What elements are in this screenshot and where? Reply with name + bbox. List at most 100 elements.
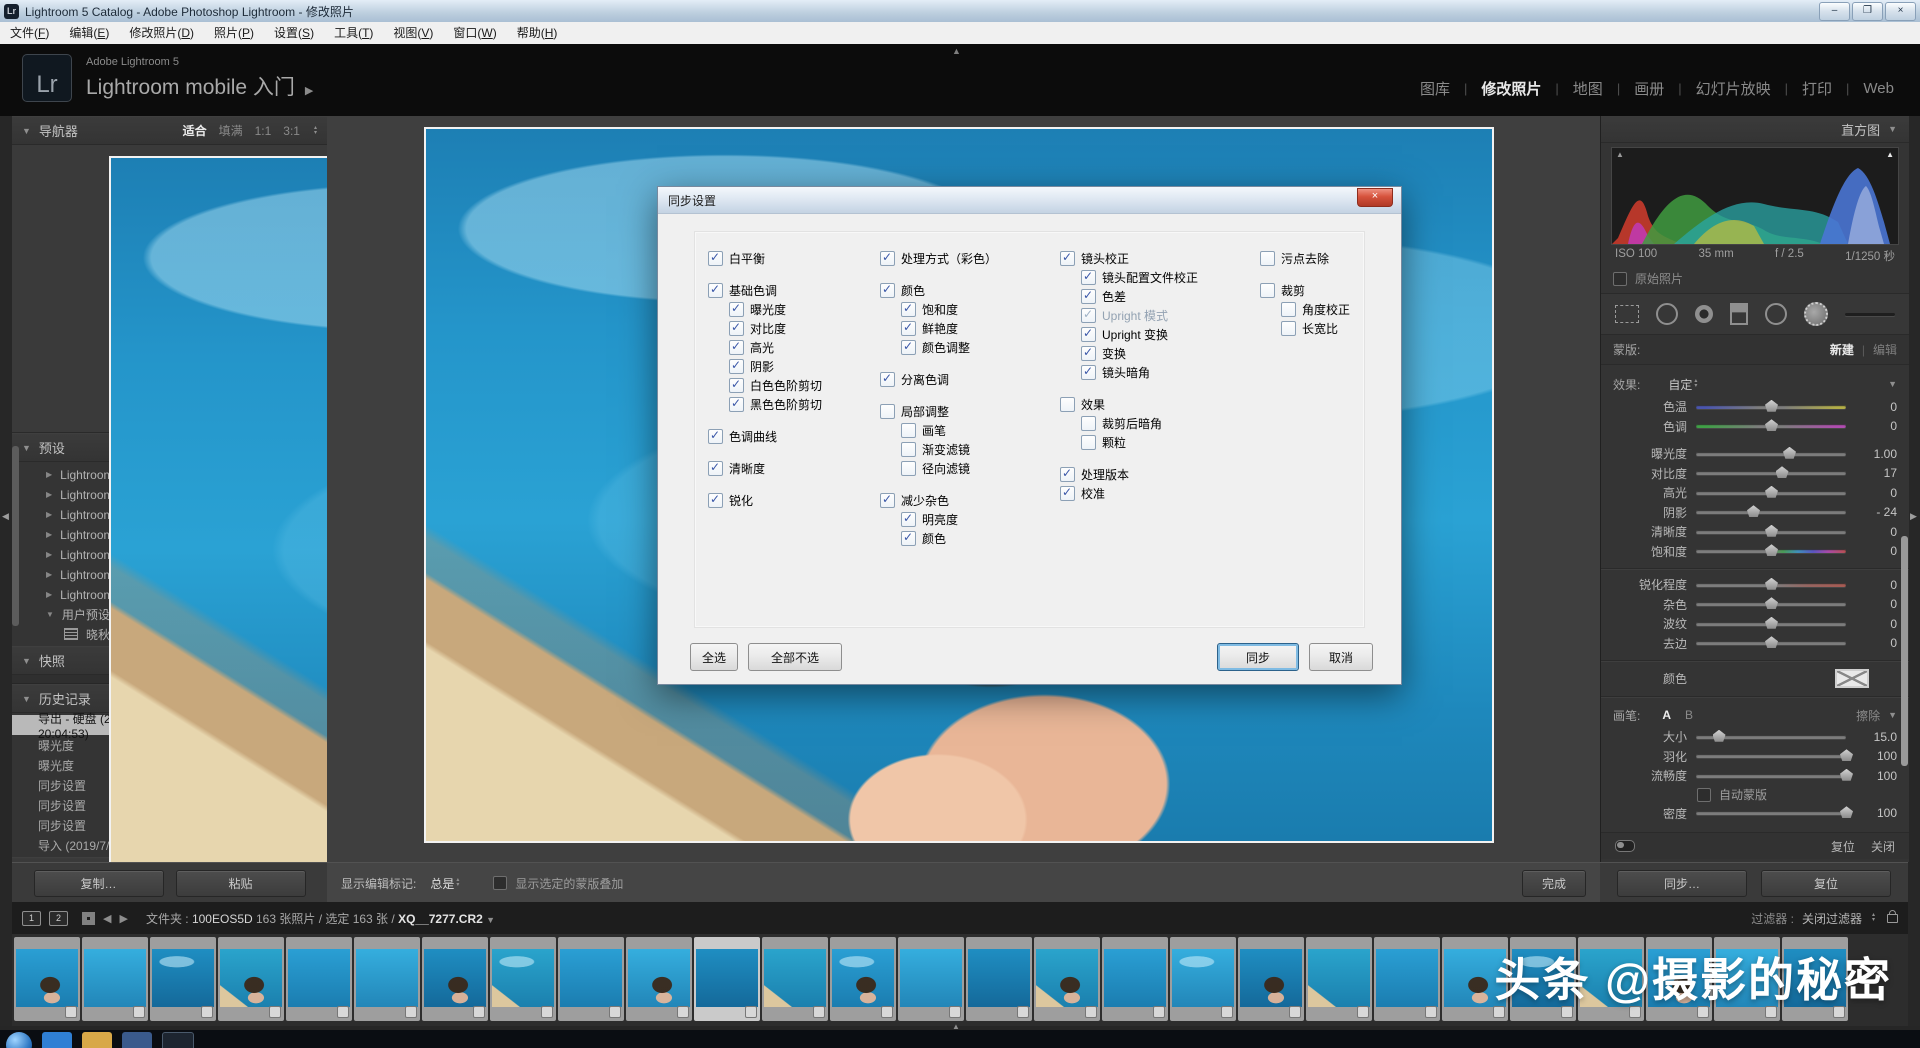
slider-thumb[interactable] (1840, 806, 1853, 818)
checkbox-画笔[interactable] (901, 423, 916, 438)
radial-filter-icon[interactable] (1765, 303, 1787, 325)
windows-taskbar[interactable] (0, 1030, 1920, 1048)
thumbnail-badge[interactable] (65, 1006, 77, 1018)
restore-button[interactable]: ❐ (1852, 2, 1883, 21)
taskbar-app-icon[interactable] (122, 1032, 152, 1048)
thumbnail-badge[interactable] (405, 1006, 417, 1018)
check-none-button[interactable]: 全部不选 (748, 643, 842, 671)
checkbox-白平衡[interactable] (708, 251, 723, 266)
dialog-close-button[interactable]: × (1357, 188, 1393, 207)
identity-arrow-icon[interactable]: ▶ (305, 85, 313, 97)
thumbnail-badge[interactable] (541, 1006, 553, 1018)
checkbox-饱和度[interactable] (901, 302, 916, 317)
brush-reset-button[interactable]: 复位 (1831, 838, 1855, 855)
nav-zoom-1:1[interactable]: 1:1 (255, 124, 272, 138)
top-panel-toggle-icon[interactable]: ▲ (952, 46, 961, 56)
navigator-thumbnail[interactable] (109, 156, 328, 862)
minimize-button[interactable]: – (1819, 2, 1850, 21)
tab-幻灯片放映[interactable]: 幻灯片放映 (1696, 78, 1771, 99)
checkbox-角度校正[interactable] (1281, 302, 1296, 317)
chevron-right-icon[interactable]: ▶ (46, 490, 52, 499)
filmstrip-thumbnail[interactable] (830, 937, 896, 1021)
filmstrip-toggle-icon[interactable]: ▲ (952, 1022, 960, 1031)
filmstrip-thumbnail[interactable] (1306, 937, 1372, 1021)
grid-view-icon[interactable] (82, 912, 95, 925)
filmstrip-thumbnail[interactable] (762, 937, 828, 1021)
chevron-right-icon[interactable]: ▶ (46, 590, 52, 599)
thumbnail-badge[interactable] (337, 1006, 349, 1018)
start-button[interactable] (6, 1032, 32, 1048)
spot-removal-icon[interactable] (1656, 303, 1678, 325)
slider-thumb[interactable] (1747, 505, 1760, 517)
filmstrip-thumbnail[interactable] (354, 937, 420, 1021)
brush-close-button[interactable]: 关闭 (1871, 838, 1895, 855)
brush-b-button[interactable]: B (1685, 708, 1693, 722)
slider-thumb[interactable] (1765, 617, 1778, 629)
slider-thumb[interactable] (1765, 544, 1778, 556)
tab-图库[interactable]: 图库 (1420, 78, 1450, 99)
checkbox-变换[interactable] (1081, 346, 1096, 361)
filmstrip-thumbnail[interactable] (422, 937, 488, 1021)
thumbnail-badge[interactable] (745, 1006, 757, 1018)
checkbox-渐变滤镜[interactable] (901, 442, 916, 457)
slider-thumb[interactable] (1765, 400, 1778, 412)
filter-value-dropdown[interactable]: 关闭过滤器 (1802, 910, 1862, 927)
menu-D[interactable]: 修改照片(D) (119, 22, 204, 44)
checkbox-高光[interactable] (729, 340, 744, 355)
thumbnail-badge[interactable] (881, 1006, 893, 1018)
effect-value-dropdown[interactable]: 自定 (1668, 376, 1692, 393)
identity-plate[interactable]: Lightroom mobile 入门 (86, 76, 295, 99)
filmstrip-thumbnail[interactable] (490, 937, 556, 1021)
filmstrip-thumbnail[interactable] (150, 937, 216, 1021)
nav-zoom-3:1[interactable]: 3:1 (283, 124, 300, 138)
checkbox-色差[interactable] (1081, 289, 1096, 304)
copy-button[interactable]: 复制… (34, 870, 164, 897)
menu-E[interactable]: 编辑(E) (59, 22, 119, 44)
left-scrollbar[interactable] (12, 446, 19, 626)
menu-T[interactable]: 工具(T) (324, 22, 383, 44)
thumbnail-badge[interactable] (949, 1006, 961, 1018)
panel-collapse-icon[interactable]: ▼ (1888, 379, 1897, 389)
filmstrip-thumbnail[interactable] (286, 937, 352, 1021)
slider-thumb[interactable] (1783, 447, 1796, 459)
thumbnail-badge[interactable] (1153, 1006, 1165, 1018)
checkbox-减少杂色[interactable] (880, 493, 895, 508)
dialog-titlebar[interactable]: 同步设置 (658, 187, 1401, 214)
close-button[interactable]: × (1885, 2, 1916, 21)
chevron-down-icon[interactable]: ▼ (486, 915, 495, 925)
sync-button[interactable]: 同步 (1217, 643, 1299, 671)
checkbox-明亮度[interactable] (901, 512, 916, 527)
checkbox-白色色阶剪切[interactable] (729, 378, 744, 393)
paste-button[interactable]: 粘贴 (176, 870, 306, 897)
thumbnail-badge[interactable] (1425, 1006, 1437, 1018)
auto-mask-checkbox[interactable] (1697, 788, 1711, 802)
checkbox-镜头暗角[interactable] (1081, 365, 1096, 380)
checkbox-颗粒[interactable] (1081, 435, 1096, 450)
overlay-checkbox[interactable] (493, 876, 507, 890)
menu-S[interactable]: 设置(S) (264, 22, 324, 44)
checkbox-阴影[interactable] (729, 359, 744, 374)
checkbox-污点去除[interactable] (1260, 251, 1275, 266)
sync-ellipsis-button[interactable]: 同步… (1617, 870, 1747, 897)
checkbox-对比度[interactable] (729, 321, 744, 336)
brush-a-button[interactable]: A (1662, 708, 1671, 722)
navigator-preview[interactable] (12, 145, 327, 433)
menu-V[interactable]: 视图(V) (383, 22, 443, 44)
thumbnail-badge[interactable] (201, 1006, 213, 1018)
slider-thumb[interactable] (1765, 486, 1778, 498)
checkbox-色调曲线[interactable] (708, 429, 723, 444)
filmstrip-thumbnail[interactable] (694, 937, 760, 1021)
chevron-right-icon[interactable]: ▶ (46, 470, 52, 479)
original-photo-checkbox[interactable] (1613, 272, 1627, 286)
main-window-button[interactable]: 1 (22, 911, 41, 926)
chevron-right-icon[interactable]: ▶ (46, 570, 52, 579)
slider-track[interactable] (1696, 452, 1846, 456)
filmstrip-thumbnail[interactable] (966, 937, 1032, 1021)
histogram[interactable]: ▲ ▲ (1611, 147, 1899, 245)
checkbox-鲜艳度[interactable] (901, 321, 916, 336)
checkbox-效果[interactable] (1060, 397, 1075, 412)
filmstrip-thumbnail[interactable] (558, 937, 624, 1021)
taskbar-ie-icon[interactable] (42, 1032, 72, 1048)
slider-track[interactable] (1696, 602, 1846, 606)
next-photo-icon[interactable]: ▶ (119, 912, 127, 925)
